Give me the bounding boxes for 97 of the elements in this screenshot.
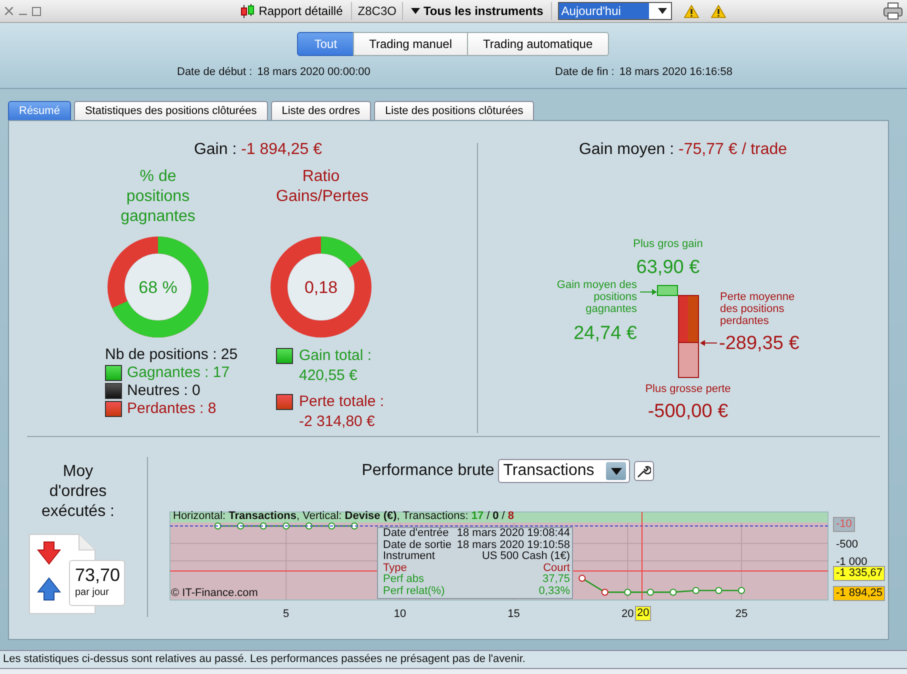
printer-icon[interactable]: [883, 2, 903, 20]
positions-count: Nb de positions : 25: [105, 346, 238, 364]
metric-value: 68 %: [138, 278, 178, 297]
max-gain-label: Plus gros gain: [632, 238, 704, 250]
transaction-count: 0: [492, 511, 499, 522]
tooltip-label: Date de sortie: [383, 540, 452, 552]
average-loss-value: -289,35 €: [719, 333, 800, 355]
performance-title: Performance brute: [362, 462, 494, 480]
detailed-report-button[interactable]: Rapport détaillé: [238, 4, 345, 18]
data-point: [578, 574, 586, 582]
date-label: Date de début :: [177, 66, 252, 78]
x-tick-label: 10: [394, 608, 406, 620]
warning-icon[interactable]: [684, 4, 700, 18]
metric-value: 0,18: [304, 278, 338, 297]
legend-swatch: [105, 365, 122, 381]
x-tick-label: 20: [622, 608, 634, 620]
mode-dropdown[interactable]: Transactions: [498, 459, 630, 483]
transaction-count: 8: [508, 511, 514, 522]
legend-label: Perdantes : 8: [127, 400, 216, 418]
tab[interactable]: Liste des ordres: [270, 101, 372, 120]
caret-icon: [658, 8, 668, 14]
orders-unit: par jour: [75, 587, 110, 598]
average-gain-label: Gain moyen :: [578, 141, 674, 158]
instruments-button[interactable]: Tous les instruments: [409, 4, 546, 18]
data-point: [715, 586, 722, 594]
tooltip-label: Instrument: [383, 551, 435, 563]
y-tick-label: -500: [836, 538, 858, 550]
x-tick-label: 5: [283, 608, 290, 620]
tooltip-label: Perf relat(%): [383, 586, 445, 598]
max-loss-value: -500,00 €: [646, 401, 730, 423]
close-icon[interactable]: [4, 6, 13, 16]
total-value: -2 314,80 €: [299, 412, 376, 432]
period-dropdown[interactable]: Aujourd'hui: [558, 2, 672, 20]
wrench-icon: [637, 464, 652, 478]
x-tick-label: 25: [735, 608, 748, 620]
average-win-label: Gain moyen des positions gagnantes: [556, 279, 637, 315]
gain-value: -1 894,25 €: [241, 141, 322, 158]
total-value: 420,55 €: [299, 366, 358, 386]
metric-title: % de positions gagnantes: [120, 167, 196, 227]
arrow-icon: [700, 340, 717, 346]
transaction-count: 17: [471, 511, 484, 522]
status-bar-text: Les statistiques ci-dessus sont relatives au passé. Les performances passées ne présagent pas de l'avenir.: [0, 650, 907, 669]
tooltip-label: Type: [383, 562, 407, 574]
tooltip-value: 18 mars 2020 19:10:58: [456, 540, 570, 551]
copyright-text: © IT-Finance.com: [171, 587, 258, 599]
settings-button[interactable]: [634, 461, 654, 481]
data-point: [601, 588, 608, 596]
tab[interactable]: Statistiques des positions clôturées: [74, 101, 268, 120]
tooltip-value: 37,75: [542, 574, 570, 586]
data-point: [670, 588, 677, 596]
tooltip-value: Court: [543, 562, 570, 574]
total-label: Gain total :: [299, 346, 372, 366]
average-loss-label: Perte moyenne des positions perdantes: [720, 291, 796, 327]
max-gain-value: 63,90 €: [635, 257, 701, 279]
cursor-x-label: 20: [635, 606, 652, 621]
y-tick-label: -1 000: [836, 556, 868, 568]
tooltip-label: Date d'entrée: [383, 528, 449, 540]
value-label: -10: [833, 517, 855, 532]
tooltip-value: 0,33%: [538, 586, 570, 598]
value-label: -1 335,67: [833, 566, 886, 581]
legend-label: Gagnantes : 17: [127, 364, 230, 382]
account-label: Z8C3O: [358, 4, 396, 18]
metric-title: Ratio Gains/Pertes: [276, 167, 366, 207]
arrow-icon: [640, 289, 658, 295]
tooltip-label: Perf abs: [383, 574, 424, 586]
filter-tab[interactable]: Trading automatique: [467, 32, 609, 56]
gain-label: Gain :: [194, 141, 237, 158]
x-tick-label: 15: [508, 608, 520, 620]
maximize-icon[interactable]: [32, 6, 41, 16]
value-label: -1 894,25: [833, 586, 886, 601]
total-label: Perte totale :: [299, 392, 384, 412]
orders-title: Moy d'ordres exécutés :: [40, 462, 116, 522]
legend-swatch: [276, 348, 293, 364]
legend-label: Neutres : 0: [127, 382, 200, 400]
data-point: [646, 588, 654, 596]
separator: /: [486, 511, 490, 522]
caret-icon: [411, 8, 420, 14]
data-point: [214, 522, 222, 530]
orders-value: 73,70: [75, 564, 122, 587]
candlestick-icon: [240, 4, 256, 18]
legend-swatch: [105, 383, 122, 399]
chart-legend: Horizontal: Transactions, Vertical: Devise (€), Transactions:: [173, 511, 468, 522]
average-gain-value: -75,77 € / trade: [678, 141, 788, 158]
filter-tab[interactable]: Trading manuel: [353, 32, 468, 56]
legend-swatch: [276, 394, 293, 410]
legend-swatch: [105, 401, 122, 417]
tooltip-value: US 500 Cash (1€): [482, 551, 570, 563]
data-point: [624, 588, 632, 596]
separator: /: [502, 511, 505, 522]
date-value: 18 mars 2020 16:16:58: [619, 66, 732, 78]
tab[interactable]: Liste des positions clôturées: [374, 101, 534, 120]
date-value: 18 mars 2020 00:00:00: [257, 66, 370, 78]
average-win-value: 24,74 €: [572, 323, 637, 345]
date-label: Date de fin :: [555, 66, 614, 78]
warning-icon[interactable]: [711, 4, 726, 18]
max-loss-label: Plus grosse perte: [644, 383, 732, 395]
tooltip-value: 18 mars 2020 19:08:44: [456, 528, 570, 540]
